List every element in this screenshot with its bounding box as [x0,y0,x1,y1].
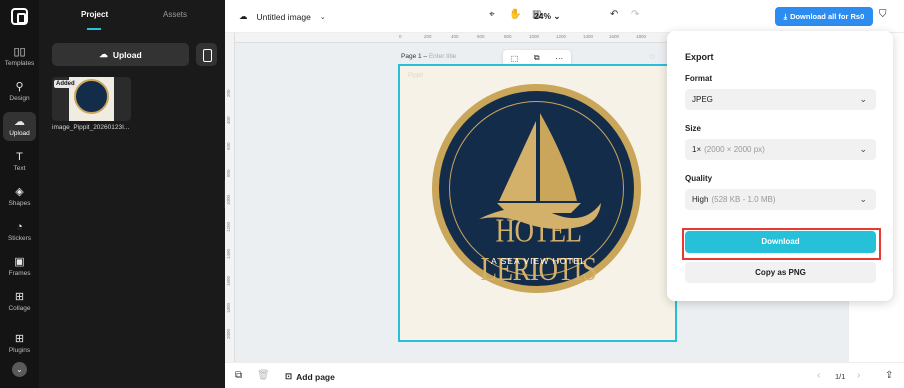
plugins-icon: ⊞ [14,333,25,345]
chevron-down-icon: ⌄ [859,144,867,154]
app-logo-icon[interactable] [11,8,28,25]
chevron-down-icon: ⌄ [319,13,326,21]
export-panel: Export Format JPEG ⌄ Size 1× (2000 × 200… [667,31,893,301]
page-title-label[interactable]: Page 1 – Enter title [401,53,456,60]
stickers-icon: ◔ [16,221,23,233]
rail-item-templates[interactable]: ▯▯ Templates [0,45,39,67]
duplicate-icon[interactable]: ⧉ [534,53,540,63]
cloud-sync-icon: ☁ [239,11,248,21]
rail-item-stickers[interactable]: ◔ Stickers [0,220,39,242]
tab-project[interactable]: Project [81,10,108,19]
panel-tabs: Project Assets [39,0,225,30]
add-page-button[interactable]: ⊡ Add page [285,371,335,382]
zoom-level[interactable]: 24% ⌄ [534,11,561,22]
shapes-icon: ◈ [15,186,24,198]
watermark: Pippit [408,73,424,79]
uploaded-image-thumbnail[interactable]: Added [52,77,131,121]
collage-icon: ⊞ [14,291,25,303]
logo-subtitle: A SEA VIEW HOTEL [491,256,586,266]
quality-select[interactable]: High (528 KB - 1.0 MB) ⌄ [685,189,876,210]
logo-circle: HOTEL LERIOTIS A SEA VIEW HOTEL [437,89,636,288]
active-tab-indicator [87,28,101,30]
cloud-upload-icon: ☁ [99,49,108,59]
account-avatar[interactable]: ⌄ [12,362,27,377]
frames-icon: ▣ [14,256,25,268]
bottom-toolbar: ⧉ 🗑 ⊡ Add page ‹ 1/1 › ⇪ [225,362,904,388]
share-icon[interactable]: ⇪ [885,370,893,381]
download-all-button[interactable]: ⤓ Download all for Rs0 [775,7,873,26]
size-select[interactable]: 1× (2000 × 2000 px) ⌄ [685,139,876,160]
logo-hotel-name: HOTEL LERIOTIS [480,211,597,288]
download-button[interactable]: Download [685,231,876,253]
page-title-input[interactable]: Enter title [429,53,456,60]
rail-item-frames[interactable]: ▣ Frames [0,255,39,277]
tab-assets[interactable]: Assets [163,10,187,19]
upload-panel: Project Assets ☁ Upload Added image_Pipp… [39,0,225,388]
text-icon: T [16,151,23,163]
thumbnail-filename: image_Pippit_20260123I... [52,124,130,131]
hand-tool-icon[interactable]: ✋ [509,9,521,20]
rail-item-design[interactable]: ⚲ Design [0,80,39,102]
page-counter: 1/1 [835,372,846,381]
left-rail: ▯▯ Templates ⚲ Design ☁ Upload T Text ◈ … [0,0,39,388]
quality-label: Quality [685,174,713,183]
rail-item-collage[interactable]: ⊞ Collage [0,290,39,312]
chevron-down-icon: ⌄ [859,194,867,204]
size-label: Size [685,124,702,133]
shield-icon[interactable]: ⛉ [879,9,887,20]
ruler-left: 200 400 600 800 1000 1200 1400 1600 1800… [225,33,235,362]
rail-item-text[interactable]: T Text [0,150,39,172]
copy-as-png-button[interactable]: Copy as PNG [685,262,876,283]
more-icon[interactable]: ··· [555,54,563,63]
rail-item-upload[interactable]: ☁ Upload [3,112,36,141]
chevron-down-icon: ⌄ [859,94,867,104]
layers-icon[interactable]: ⧉ [235,370,242,381]
top-toolbar: ☁ Untitled image ⌄ ⌖ ✋ ▥ 24% ⌄ ↶ ↷ ⤓ Dow… [225,0,904,33]
redo-icon[interactable]: ↷ [631,9,639,20]
trash-icon[interactable]: 🗑 [257,370,270,381]
upload-icon: ☁ [14,116,25,128]
canvas-page[interactable]: Pippit HOTEL LERIOTIS A SEA VIEW HOTEL [398,64,677,342]
download-icon: ⤓ [783,11,788,21]
rail-item-plugins[interactable]: ⊞ Plugins [0,332,39,354]
next-page-icon[interactable]: › [857,370,860,381]
document-title-menu[interactable]: ☁ Untitled image ⌄ [239,11,326,22]
rail-item-shapes[interactable]: ◈ Shapes [0,185,39,207]
design-icon: ⚲ [15,81,24,93]
select-tool-icon[interactable]: ⌖ [489,9,495,20]
upload-button[interactable]: ☁ Upload [52,43,189,66]
select-area-icon[interactable]: ⬚ [511,54,519,63]
added-badge: Added [54,80,77,88]
templates-icon: ▯▯ [13,46,26,58]
format-label: Format [685,74,713,83]
format-select[interactable]: JPEG ⌄ [685,89,876,110]
mobile-upload-button[interactable] [196,43,217,66]
add-page-icon: ⊡ [285,371,293,381]
hotel-logo[interactable]: HOTEL LERIOTIS A SEA VIEW HOTEL [432,84,641,293]
page-settings-icon[interactable]: ◌ [650,52,655,61]
prev-page-icon[interactable]: ‹ [817,370,820,381]
undo-icon[interactable]: ↶ [610,9,618,20]
export-title: Export [685,52,714,62]
